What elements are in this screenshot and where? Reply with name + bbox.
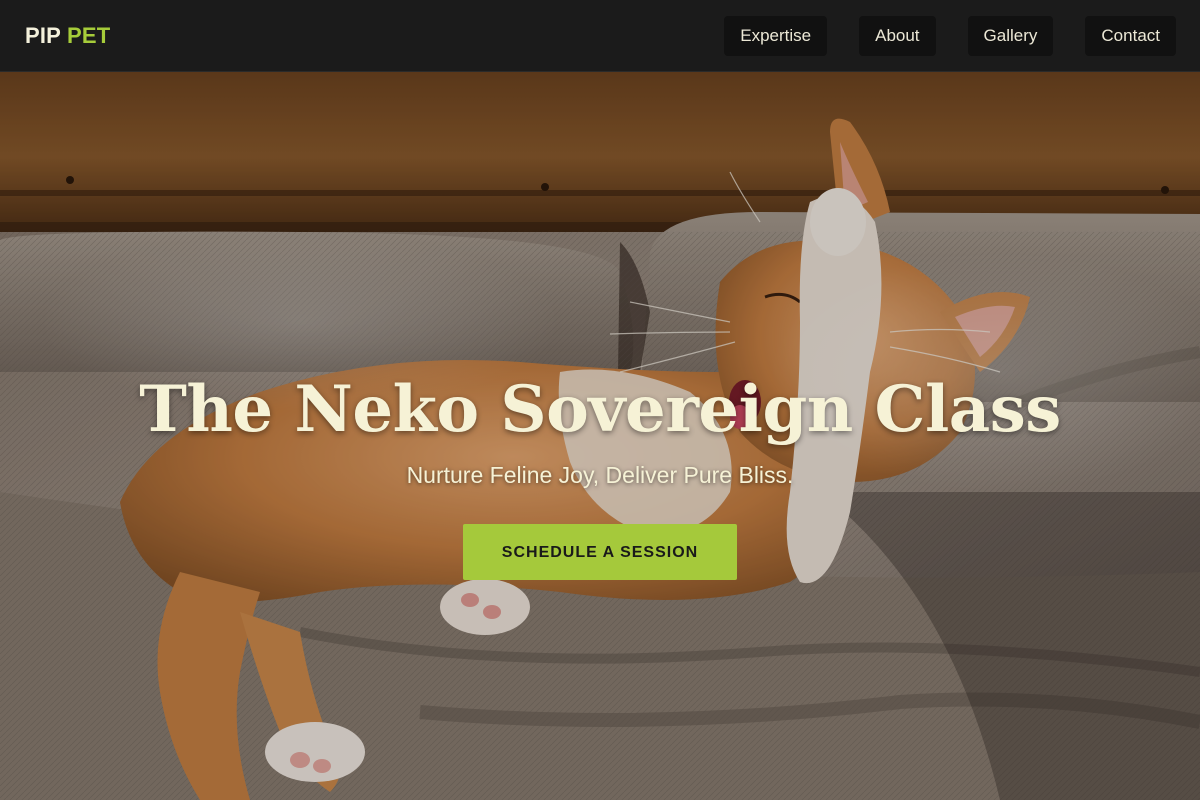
nav-link-gallery[interactable]: Gallery: [967, 16, 1054, 56]
nav-link-expertise[interactable]: Expertise: [724, 16, 828, 56]
brand-logo[interactable]: PIP PET: [25, 22, 110, 50]
schedule-session-button[interactable]: SCHEDULE A SESSION: [463, 524, 737, 580]
main-nav: Expertise About Gallery Contact: [724, 16, 1176, 56]
hero-content: The Neko Sovereign Class Nurture Feline …: [0, 370, 1200, 580]
hero-title: The Neko Sovereign Class: [139, 372, 1061, 447]
hero-subtitle: Nurture Feline Joy, Deliver Pure Bliss.: [406, 462, 794, 488]
nav-link-about[interactable]: About: [859, 16, 936, 56]
nav-link-contact[interactable]: Contact: [1085, 16, 1176, 56]
top-navbar: PIP PET Expertise About Gallery Contact: [0, 0, 1200, 72]
logo-text-primary: PIP: [25, 23, 61, 48]
logo-text-accent: PET: [66, 23, 111, 48]
hero-section: The Neko Sovereign Class Nurture Feline …: [0, 72, 1200, 800]
